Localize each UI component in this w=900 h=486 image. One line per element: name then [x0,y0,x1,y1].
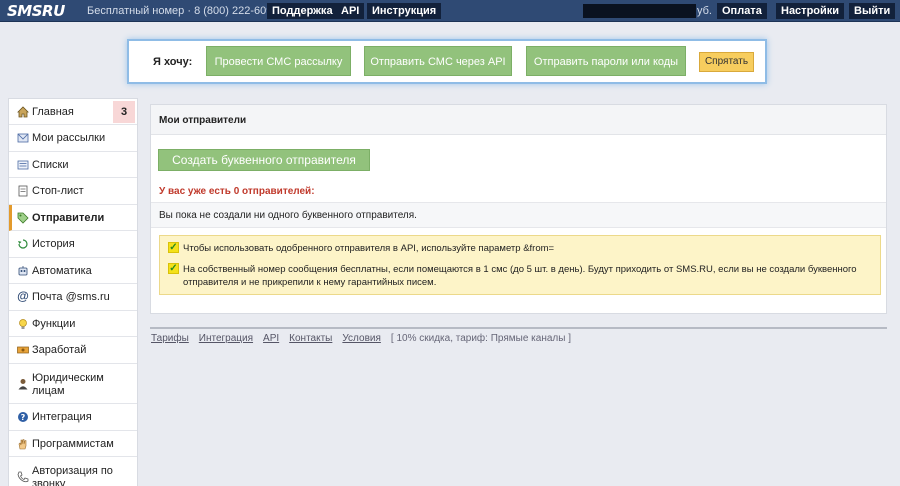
top-bar: SMSRU Бесплатный номер · 8 (800) 222-609… [0,0,900,22]
phone-icon [17,471,29,483]
note-row: ✓ На собственный номер сообщения бесплат… [168,263,873,289]
send-passwords-button[interactable]: Отправить пароли или коды [526,46,686,76]
sidebar-item-home[interactable]: Главная 3 [9,99,137,125]
sidebar-item-label: Авторизация по звонку [32,465,113,486]
sidebar-item-label: Мои рассылки [32,132,106,144]
empty-state: Вы пока не создали ни одного буквенного … [151,202,886,228]
history-icon [17,238,29,250]
footer: Тарифы Интеграция API Контакты Условия [… [151,333,571,344]
note-text: На собственный номер сообщения бесплатны… [183,264,857,288]
panel-header: Мои отправители [151,105,886,135]
hide-button[interactable]: Спрятать [699,52,754,72]
sidebar-item-integration[interactable]: ? Интеграция [9,404,137,431]
sms-mailing-button[interactable]: Провести СМС рассылку [206,46,351,76]
check-icon: ✓ [168,263,179,274]
sidebar-item-label: Интеграция [32,411,92,423]
footer-promo: [ 10% скидка, тариф: Прямые каналы ] [390,333,571,344]
note-text: Чтобы использовать одобренного отправите… [183,243,555,254]
sidebar-item-label: Программистам [32,438,114,450]
sidebar-item-label: Функции [32,318,76,330]
sidebar-item-functions[interactable]: Функции [9,311,137,337]
robot-icon [17,265,29,277]
svg-text:?: ? [21,413,26,422]
footer-link-tariffs[interactable]: Тарифы [151,333,189,344]
sidebar-item-label: Стоп-лист [32,185,84,197]
mail-icon [17,132,29,144]
footer-link-api[interactable]: API [263,333,279,344]
sidebar-item-label: Заработай [32,344,87,356]
footer-divider [150,327,887,329]
senders-count: У вас уже есть 0 отправителей: [159,186,315,197]
tag-icon [17,212,29,224]
home-icon [17,106,29,118]
sidebar-item-lists[interactable]: Списки [9,152,137,178]
sidebar-item-label: История [32,238,75,250]
empty-state-text: Вы пока не создали ни одного буквенного … [159,210,417,221]
account-redacted [583,4,696,18]
help-icon: ? [17,411,29,423]
support-button[interactable]: Поддержка [267,3,338,19]
sidebar-item-label: Главная [32,106,74,118]
note-row: ✓ Чтобы использовать одобренного отправи… [168,242,554,255]
sidebar-item-legal[interactable]: Юридическим лицам [9,364,137,404]
sidebar-item-history[interactable]: История [9,231,137,258]
person-icon [17,378,29,390]
free-number: Бесплатный номер · 8 (800) 222-6095 [87,5,279,17]
sidebar-item-earn[interactable]: Заработай [9,337,137,364]
money-icon [17,344,29,356]
footer-link-terms[interactable]: Условия [342,333,381,344]
sidebar-item-call-auth[interactable]: Авторизация по звонку [9,457,137,486]
sidebar-item-developers[interactable]: Программистам [9,431,137,457]
check-icon: ✓ [168,242,179,253]
sidebar-item-automation[interactable]: Автоматика [9,258,137,284]
logo[interactable]: SMSRU [7,2,65,20]
sidebar-item-label: Отправители [32,212,105,224]
footer-link-contacts[interactable]: Контакты [289,333,332,344]
instructions-button[interactable]: Инструкция [367,3,442,19]
bulb-icon [17,318,29,330]
sidebar-item-mailings[interactable]: Мои рассылки [9,125,137,152]
sidebar-item-label: Автоматика [32,265,92,277]
sidebar-item-label: Почта @sms.ru [32,291,110,303]
footer-link-integration[interactable]: Интеграция [199,333,253,344]
logout-button[interactable]: Выйти [849,3,896,19]
sidebar-item-senders[interactable]: Отправители [9,205,137,231]
balance-suffix: уб. [697,5,712,17]
info-note: ✓ Чтобы использовать одобренного отправи… [159,235,881,295]
sidebar-item-mail[interactable]: @ Почта @sms.ru [9,284,137,311]
create-sender-button[interactable]: Создать буквенного отправителя [158,149,370,171]
sidebar: Главная 3 Мои рассылки Списки Стоп-лист … [8,98,138,486]
senders-panel: Мои отправители Создать буквенного отпра… [150,104,887,314]
api-button[interactable]: API [336,3,365,19]
quick-actions-panel: Я хочу: Провести СМС рассылку Отправить … [127,39,767,84]
settings-button[interactable]: Настройки [776,3,845,19]
list-icon [17,159,29,171]
quick-actions-label: Я хочу: [153,56,193,68]
page-title: Мои отправители [159,115,247,126]
stop-list-icon [17,185,29,197]
sidebar-item-label: Списки [32,159,69,171]
hand-icon [17,438,29,450]
payment-button[interactable]: Оплата [717,3,767,19]
at-icon: @ [17,289,29,303]
notification-badge[interactable]: 3 [113,101,135,123]
sidebar-item-stoplist[interactable]: Стоп-лист [9,178,137,205]
sidebar-item-label: Юридическим лицам [32,372,104,397]
send-sms-api-button[interactable]: Отправить СМС через API [364,46,512,76]
